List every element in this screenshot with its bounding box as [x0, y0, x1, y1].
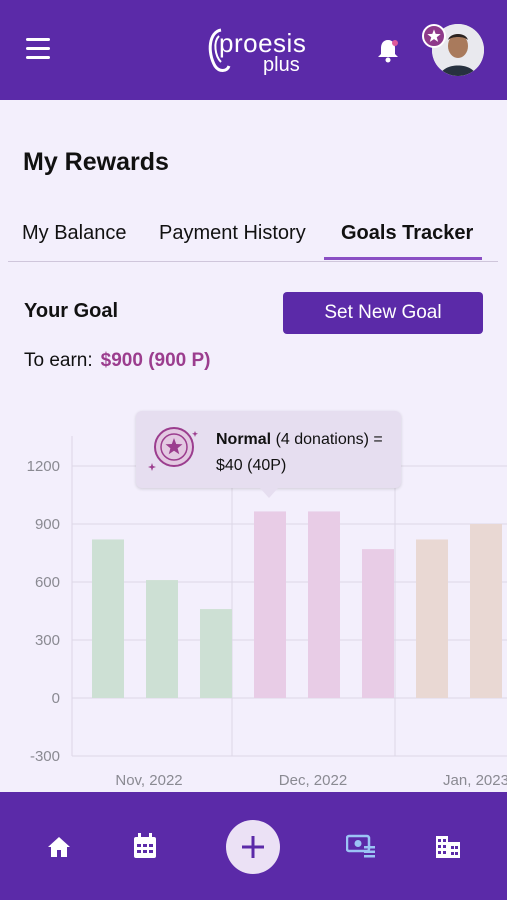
app-logo: proesis plus — [205, 24, 315, 80]
tooltip-text: Normal (4 donations) = $40 (40P) — [216, 427, 391, 479]
y-tick-label: 1200 — [27, 458, 60, 475]
tab-goals-tracker[interactable]: Goals Tracker — [341, 222, 473, 245]
tooltip-level: Normal — [216, 431, 272, 448]
chart-bar — [200, 609, 232, 698]
chart-bar — [254, 511, 286, 698]
add-button[interactable] — [226, 820, 280, 874]
tooltip-detail: (4 donations) = — [271, 431, 383, 448]
y-tick-label: 600 — [35, 574, 60, 591]
building-icon[interactable] — [435, 834, 461, 858]
y-tick-label: 0 — [52, 690, 60, 707]
chart-bar — [416, 539, 448, 698]
page-title: My Rewards — [23, 148, 169, 176]
rewards-icon[interactable] — [346, 834, 376, 858]
y-tick-label: 300 — [35, 632, 60, 649]
logo-sub: plus — [263, 54, 300, 76]
calendar-icon[interactable] — [133, 833, 157, 859]
top-app-bar: proesis plus — [0, 0, 507, 100]
chart-bar — [146, 580, 178, 698]
home-icon[interactable] — [47, 835, 71, 859]
chart-bar — [470, 524, 502, 698]
star-badge-icon — [422, 24, 446, 48]
y-tick-label: 900 — [35, 516, 60, 533]
x-tick-label: Jan, 2023 — [443, 772, 507, 789]
set-new-goal-button[interactable]: Set New Goal — [283, 292, 483, 334]
bell-icon[interactable] — [374, 36, 402, 64]
tab-bar: My Balance Payment History Goals Tracker — [8, 216, 498, 262]
earn-value: $900 (900 P) — [100, 350, 211, 371]
goal-label: Your Goal — [24, 300, 119, 322]
tab-payment-history[interactable]: Payment History — [159, 222, 306, 245]
earn-label: To earn: — [24, 350, 93, 371]
add-icon — [242, 836, 264, 858]
y-tick-label: -300 — [30, 748, 60, 765]
x-tick-label: Dec, 2022 — [279, 772, 347, 789]
x-tick-label: Nov, 2022 — [115, 772, 182, 789]
menu-icon[interactable] — [26, 38, 50, 60]
bottom-nav-bar — [0, 792, 507, 900]
chart-bar — [92, 539, 124, 698]
tooltip-amount: $40 (40P) — [216, 457, 287, 474]
chart-bar — [308, 511, 340, 698]
active-tab-indicator — [324, 257, 482, 260]
earn-row: To earn: $900 (900 P) — [24, 350, 211, 372]
chart-tooltip: Normal (4 donations) = $40 (40P) — [136, 411, 401, 498]
tab-my-balance[interactable]: My Balance — [22, 222, 127, 245]
chart-bar — [362, 549, 394, 698]
donation-level-badge-icon — [148, 427, 198, 471]
